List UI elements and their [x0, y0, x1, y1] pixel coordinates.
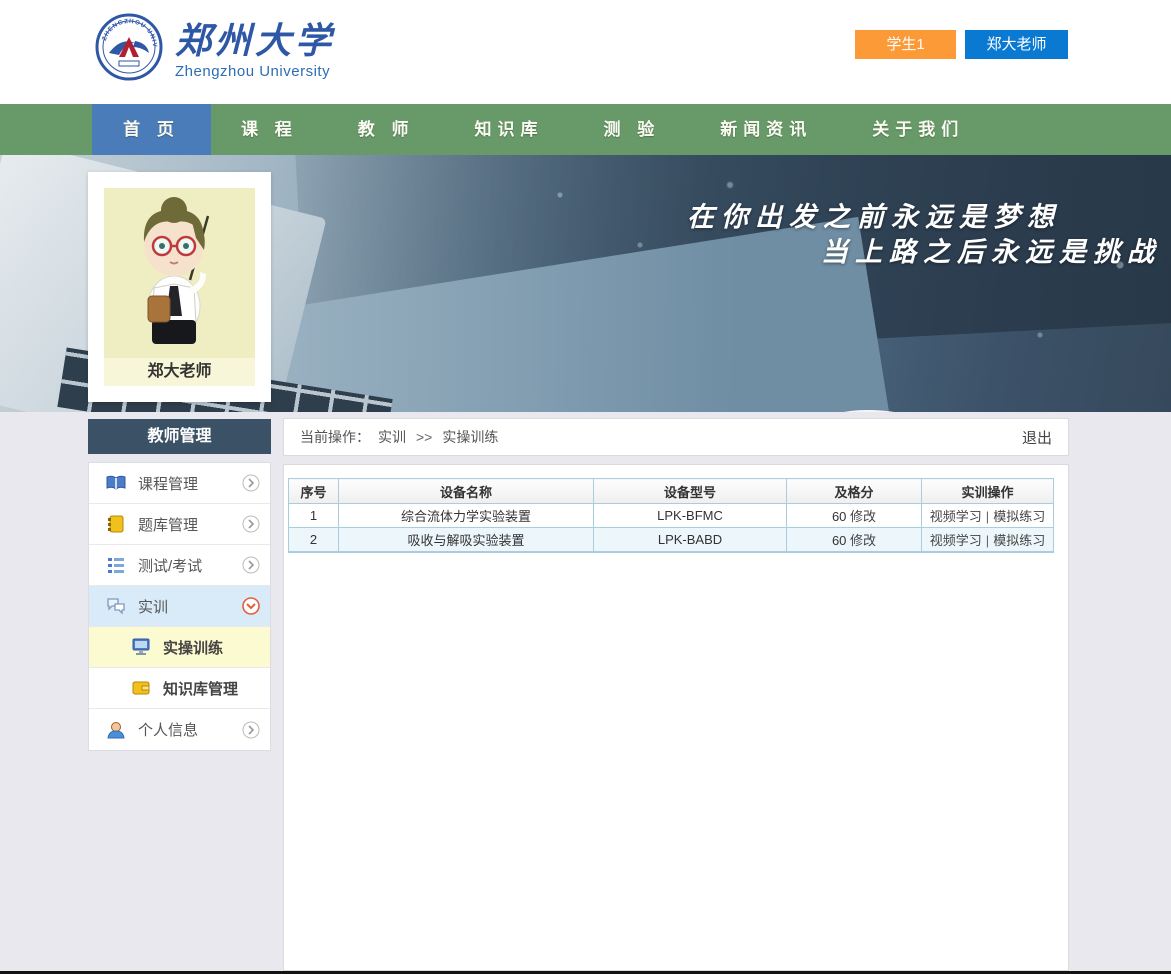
banner-slogan-line2: 当上路之后永远是挑战: [821, 230, 1161, 269]
main-nav: 首 页 课 程 教 师 知识库 测 验 新闻资讯 关于我们: [0, 104, 1171, 155]
edit-score-link[interactable]: 修改: [850, 533, 876, 548]
teacher-name: 郑大老师: [104, 358, 255, 386]
cell-pass-score: 60 修改: [787, 528, 922, 552]
col-header-index: 序号: [289, 479, 339, 504]
col-header-device-model: 设备型号: [594, 479, 787, 504]
devices-table: 序号 设备名称 设备型号 及格分 实训操作 1 综合流体力学实验装置 LPK-B…: [288, 478, 1054, 553]
simulation-practice-link[interactable]: 模拟练习: [993, 509, 1045, 524]
sidebar-menu: 课程管理 题库管理 测试/考试 实训: [88, 462, 271, 751]
sidebar-item-hands-on-training[interactable]: 实操训练: [89, 627, 270, 668]
chevron-right-icon: [242, 515, 260, 533]
col-header-operations: 实训操作: [922, 479, 1054, 504]
cell-device-name: 吸收与解吸实验装置: [339, 528, 594, 552]
sidebar-item-label: 测试/考试: [138, 555, 242, 576]
content-panel: 序号 设备名称 设备型号 及格分 实训操作 1 综合流体力学实验装置 LPK-B…: [283, 464, 1069, 971]
sidebar-item-label: 个人信息: [138, 719, 242, 740]
breadcrumb-separator: >>: [416, 429, 432, 445]
sidebar-item-label: 知识库管理: [163, 678, 260, 699]
chevron-right-icon: [242, 556, 260, 574]
breadcrumb-page[interactable]: 实操训练: [442, 427, 498, 447]
sidebar-item-knowledge-base-management[interactable]: 知识库管理: [89, 668, 270, 709]
breadcrumb-section[interactable]: 实训: [378, 427, 406, 447]
operation-separator: |: [986, 533, 989, 548]
breadcrumb: 当前操作： 实训 >> 实操训练 退出: [283, 418, 1069, 456]
score-value: 60: [832, 533, 846, 548]
cell-device-model: LPK-BFMC: [594, 504, 787, 528]
banner-slogan-line1: 在你出发之前永远是梦想: [687, 195, 1061, 234]
teacher-profile-card: 郑大老师: [88, 172, 271, 402]
video-study-link[interactable]: 视频学习: [930, 509, 982, 524]
chevron-right-icon: [242, 474, 260, 492]
col-header-pass-score: 及格分: [787, 479, 922, 504]
table-row: 2 吸收与解吸实验装置 LPK-BABD 60 修改 视频学习 | 模拟练习: [289, 528, 1054, 552]
book-icon: [106, 474, 126, 492]
table-row: 1 综合流体力学实验装置 LPK-BFMC 60 修改 视频学习 | 模拟练习: [289, 504, 1054, 528]
wallet-icon: [131, 679, 151, 697]
breadcrumb-prefix: 当前操作：: [300, 427, 370, 447]
monitor-icon: [131, 638, 151, 656]
cell-device-model: LPK-BABD: [594, 528, 787, 552]
cell-pass-score: 60 修改: [787, 504, 922, 528]
simulation-practice-link[interactable]: 模拟练习: [993, 533, 1045, 548]
user-icon: [106, 721, 126, 739]
cell-index: 2: [289, 528, 339, 552]
video-study-link[interactable]: 视频学习: [930, 533, 982, 548]
university-logo: ZHENGZHOU UNIVERSITY 郑州大学 Zhengzhou Univ…: [95, 13, 335, 81]
university-seal-icon: ZHENGZHOU UNIVERSITY: [95, 13, 163, 81]
sidebar-item-course-management[interactable]: 课程管理: [89, 463, 270, 504]
chat-icon: [106, 597, 126, 615]
operation-separator: |: [986, 509, 989, 524]
cell-device-name: 综合流体力学实验装置: [339, 504, 594, 528]
nav-item-home[interactable]: 首 页: [92, 104, 211, 155]
page-header: ZHENGZHOU UNIVERSITY 郑州大学 Zhengzhou Univ…: [0, 0, 1171, 104]
sidebar-item-label: 课程管理: [138, 473, 242, 494]
edit-score-link[interactable]: 修改: [850, 509, 876, 524]
nav-item-tests[interactable]: 测 验: [573, 104, 690, 155]
score-value: 60: [832, 509, 846, 524]
cell-operations: 视频学习 | 模拟练习: [922, 504, 1054, 528]
university-name-en: Zhengzhou University: [175, 63, 335, 80]
chevron-down-icon: [242, 597, 260, 615]
sidebar-item-practical-training[interactable]: 实训: [89, 586, 270, 627]
sidebar-title: 教师管理: [88, 419, 271, 454]
teacher-avatar: [104, 188, 255, 358]
nav-item-about[interactable]: 关于我们: [842, 104, 994, 155]
notebook-icon: [106, 515, 126, 533]
teacher-role-button[interactable]: 郑大老师: [965, 30, 1068, 59]
chevron-right-icon: [242, 721, 260, 739]
sidebar-item-label: 题库管理: [138, 514, 242, 535]
sidebar-item-question-bank[interactable]: 题库管理: [89, 504, 270, 545]
sidebar-item-personal-info[interactable]: 个人信息: [89, 709, 270, 750]
nav-item-news[interactable]: 新闻资讯: [690, 104, 842, 155]
nav-item-courses[interactable]: 课 程: [211, 104, 328, 155]
nav-item-teachers[interactable]: 教 师: [328, 104, 445, 155]
university-name-cn: 郑州大学: [175, 21, 335, 61]
nav-spacer: [0, 104, 92, 155]
col-header-device-name: 设备名称: [339, 479, 594, 504]
sidebar-item-label: 实操训练: [163, 637, 260, 658]
table-header-row: 序号 设备名称 设备型号 及格分 实训操作: [289, 479, 1054, 504]
sidebar-item-label: 实训: [138, 596, 242, 617]
sidebar-item-tests-exams[interactable]: 测试/考试: [89, 545, 270, 586]
student-role-button[interactable]: 学生1: [855, 30, 956, 59]
cell-index: 1: [289, 504, 339, 528]
list-icon: [106, 556, 126, 574]
logout-button[interactable]: 退出: [1022, 427, 1052, 448]
cell-operations: 视频学习 | 模拟练习: [922, 528, 1054, 552]
nav-item-knowledge[interactable]: 知识库: [444, 104, 573, 155]
